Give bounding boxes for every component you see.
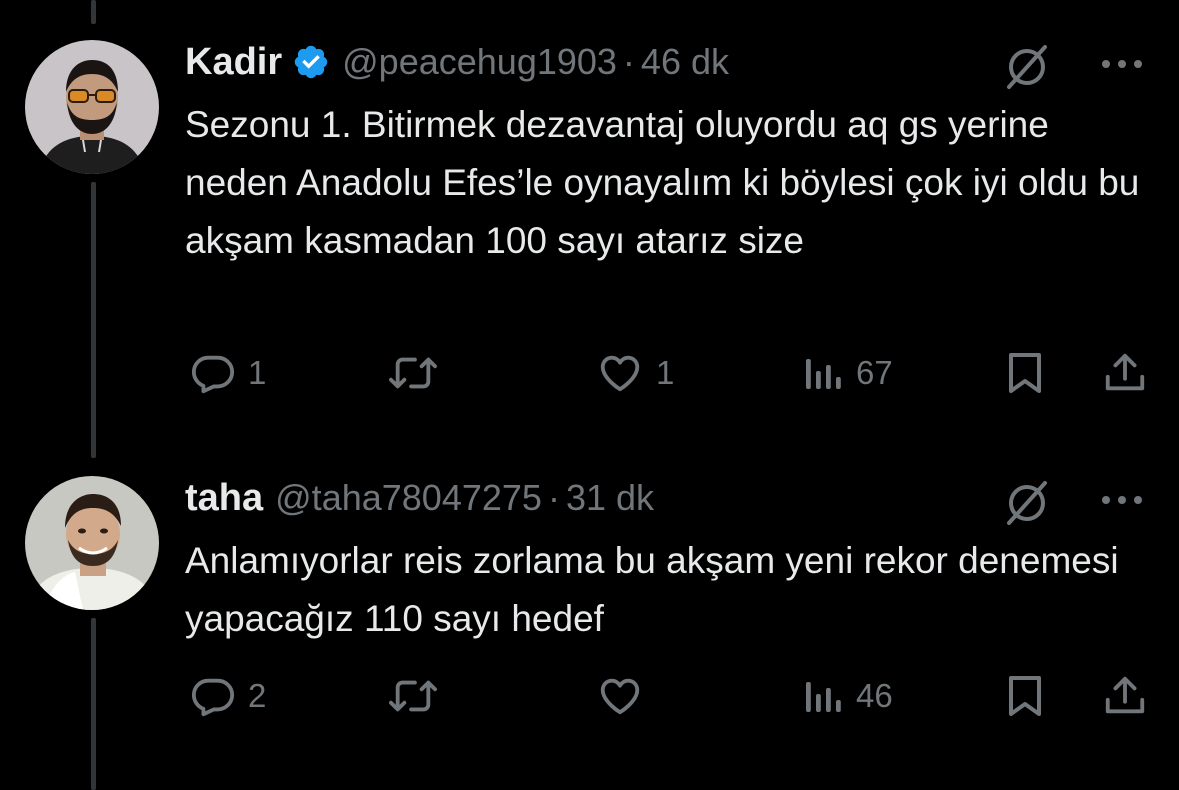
like-button[interactable] [596, 671, 656, 721]
more-dots-icon[interactable] [1099, 56, 1145, 72]
retweet-button[interactable] [387, 348, 451, 398]
like-count: 1 [656, 354, 675, 391]
timestamp[interactable]: 46 dk [641, 41, 729, 83]
thread-line [91, 0, 96, 24]
share-icon [1105, 676, 1145, 714]
user-handle[interactable]: @taha78047275 [275, 477, 542, 519]
tweet-header: Kadir @peacehug1903 · 46 dk [185, 38, 729, 86]
reply-button[interactable]: 2 [190, 671, 266, 721]
bookmark-button[interactable] [1003, 348, 1047, 398]
bookmark-button[interactable] [1003, 671, 1047, 721]
views-count: 46 [856, 677, 893, 714]
reply-button[interactable]: 1 [190, 348, 266, 398]
verified-badge-icon[interactable] [292, 43, 330, 81]
avatar[interactable] [25, 40, 159, 174]
separator-dot: · [547, 477, 560, 518]
user-handle[interactable]: @peacehug1903 [342, 41, 617, 83]
retweet-button[interactable] [387, 671, 451, 721]
tweet-text: Anlamıyorlar reis zorlama bu akşam yeni … [185, 540, 1119, 639]
retweet-icon [389, 680, 437, 712]
reply-count: 1 [248, 354, 267, 391]
heart-icon [600, 678, 640, 715]
grok-icon[interactable] [1002, 478, 1052, 528]
views-icon [806, 682, 841, 712]
views-button[interactable]: 46 [804, 671, 893, 721]
grok-icon[interactable] [1002, 42, 1052, 92]
heart-icon [600, 355, 640, 392]
display-name[interactable]: taha [185, 477, 263, 520]
bookmark-icon [1009, 353, 1041, 393]
timestamp[interactable]: 31 dk [566, 477, 654, 519]
separator-dot: · [622, 41, 635, 82]
reply-icon [191, 355, 235, 394]
avatar[interactable] [25, 476, 159, 610]
like-button[interactable]: 1 [596, 348, 674, 398]
views-icon [806, 359, 841, 389]
share-icon [1105, 353, 1145, 391]
retweet-icon [389, 357, 437, 389]
tweet[interactable]: taha @taha78047275 · 31 dk Anlamıyorlar … [0, 466, 1179, 790]
more-dots-icon[interactable] [1099, 492, 1145, 508]
views-count: 67 [856, 354, 893, 391]
tweet-actions: 1 1 67 [0, 348, 1179, 398]
tweet[interactable]: Kadir @peacehug1903 · 46 dk Sezonu 1. Bi… [0, 30, 1179, 430]
tweet-actions: 2 46 [0, 671, 1179, 721]
share-button[interactable] [1102, 671, 1148, 721]
views-button[interactable]: 67 [804, 348, 893, 398]
share-button[interactable] [1102, 348, 1148, 398]
bookmark-icon [1009, 676, 1041, 716]
tweet-text: Sezonu 1. Bitirmek dezavantaj oluyordu a… [185, 104, 1140, 261]
tweet-header: taha @taha78047275 · 31 dk [185, 474, 654, 522]
reply-icon [191, 678, 235, 717]
reply-count: 2 [248, 677, 267, 714]
display-name[interactable]: Kadir [185, 41, 282, 84]
